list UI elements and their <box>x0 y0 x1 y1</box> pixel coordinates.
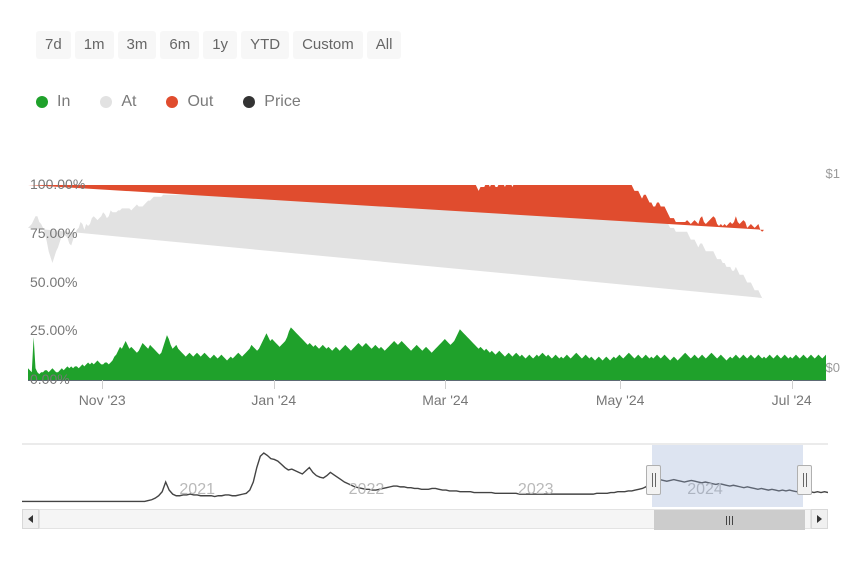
chart-legend: In At Out Price <box>36 93 301 111</box>
range-button-ytd[interactable]: YTD <box>241 31 290 59</box>
legend-dot-icon <box>36 96 48 108</box>
legend-item-in[interactable]: In <box>36 93 70 111</box>
range-button-custom[interactable]: Custom <box>293 31 363 59</box>
x-axis-tick <box>273 380 275 389</box>
navigator-handle-left[interactable] <box>646 465 661 495</box>
range-button-7d[interactable]: 7d <box>36 31 71 59</box>
scrollbar-track[interactable] <box>39 509 811 530</box>
legend-item-price[interactable]: Price <box>243 93 301 111</box>
legend-dot-icon <box>166 96 179 108</box>
range-button-all[interactable]: All <box>366 31 402 59</box>
arrow-right-icon <box>817 515 822 523</box>
x-axis-label: May '24 <box>595 392 645 408</box>
x-axis-label: Jan '24 <box>251 392 297 408</box>
scrollbar-thumb[interactable] <box>654 510 805 530</box>
x-axis-tick <box>791 380 793 389</box>
stacked-area-chart[interactable]: 0.00% 25.00% 50.00% 75.00% 100.00% Nov '23 Ja… <box>0 160 850 408</box>
area-series-in <box>28 327 826 380</box>
navigator-handle-right[interactable] <box>797 465 812 495</box>
chart-plot-area[interactable] <box>28 185 826 380</box>
legend-item-at[interactable]: At <box>100 93 136 111</box>
legend-label: Price <box>264 93 301 110</box>
arrow-left-icon <box>28 515 33 523</box>
legend-item-out[interactable]: Out <box>166 93 213 111</box>
range-button-3m[interactable]: 3m <box>117 31 157 59</box>
navigator-year-label: 2023 <box>517 481 554 498</box>
range-button-6m[interactable]: 6m <box>160 31 200 59</box>
navigator-year-label: 2024 <box>687 481 723 498</box>
legend-dot-icon <box>243 96 256 108</box>
x-axis-line <box>28 380 826 381</box>
scroll-left-button[interactable] <box>22 509 39 529</box>
chart-series-canvas <box>28 185 826 380</box>
range-button-1m[interactable]: 1m <box>74 31 114 59</box>
price-axis-bottom-label: $0 <box>825 360 840 375</box>
legend-dot-icon <box>100 96 113 108</box>
navigator-year-label: 2022 <box>348 481 385 498</box>
x-axis-tick <box>620 380 622 389</box>
legend-label: Out <box>187 93 214 110</box>
x-axis-label: Nov '23 <box>78 392 126 408</box>
x-axis-tick <box>445 380 447 389</box>
legend-label: At <box>121 93 137 110</box>
legend-label: In <box>57 93 71 110</box>
scroll-right-button[interactable] <box>811 509 828 529</box>
chart-navigator[interactable]: 2021 2022 2023 2024 <box>22 443 828 511</box>
range-button-1y[interactable]: 1y <box>203 31 238 59</box>
x-axis-label: Jul '24 <box>771 392 812 408</box>
range-selector[interactable]: 7d 1m 3m 6m 1y YTD Custom All <box>36 31 402 59</box>
chart-scrollbar[interactable] <box>22 509 828 530</box>
x-axis-tick <box>102 380 104 389</box>
price-axis-top-label: $1 <box>825 166 840 181</box>
navigator-year-label: 2021 <box>179 481 215 498</box>
x-axis-label: Mar '24 <box>422 392 469 408</box>
